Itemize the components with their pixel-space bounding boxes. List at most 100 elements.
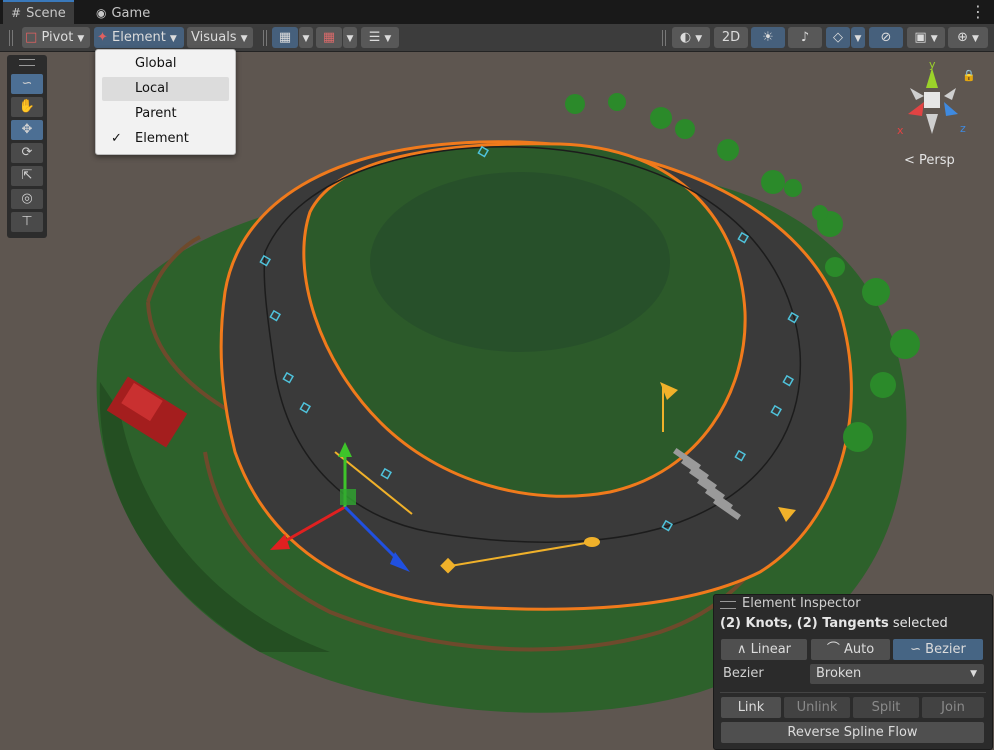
eye-slash-icon: ⊘ <box>880 30 892 45</box>
audio-toggle-button[interactable]: ♪ <box>788 27 822 48</box>
ruler-icon: ☰ <box>368 30 381 45</box>
toolbar-grip[interactable] <box>9 30 13 46</box>
selection-summary: (2) Knots, (2) Tangents selected <box>720 616 948 631</box>
chevron-down-icon: ▼ <box>346 34 354 44</box>
reverse-label: Reverse Spline Flow <box>787 725 918 740</box>
increment-snap-button[interactable]: ▦ <box>316 27 342 48</box>
linear-label: Linear <box>750 642 792 657</box>
linear-mode-button[interactable]: ∧ Linear <box>721 639 807 660</box>
tab-game[interactable]: ◉ Game <box>88 2 158 24</box>
increment-snap-dropdown[interactable]: ▼ <box>343 27 357 48</box>
transform-icon: ◎ <box>21 191 33 206</box>
menu-item-parent[interactable]: Parent <box>102 102 229 126</box>
chevron-down-icon: ▼ <box>384 34 392 44</box>
tool-palette: ∽ ✋ ✥ ⟳ ⇱ ◎ ⊤ <box>7 55 47 238</box>
linear-icon: ∧ <box>736 642 747 657</box>
mute-icon: ♪ <box>800 30 810 45</box>
grid-snap-button[interactable]: ▦ <box>272 27 298 48</box>
chevron-down-icon: ▼ <box>77 34 85 44</box>
selected-suffix: selected <box>892 616 948 631</box>
gizmo-z-cone <box>944 102 958 116</box>
grid-icon: # <box>11 6 22 20</box>
handle-orientation-menu: Global Local Parent ✓ Element <box>95 49 236 155</box>
ruler-dropdown[interactable]: ☰ ▼ <box>361 27 399 48</box>
reverse-spline-flow-button[interactable]: Reverse Spline Flow <box>721 722 984 743</box>
element-label: Element <box>112 30 166 45</box>
scene-orientation-gizmo[interactable]: y x z <box>894 58 974 142</box>
effects-toggle-button[interactable]: ◇ <box>826 27 850 48</box>
rotate-tool-button[interactable]: ⟳ <box>11 143 43 163</box>
auto-mode-button[interactable]: ⌒ Auto <box>811 639 890 660</box>
spline-tool-button[interactable]: ∽ <box>11 74 43 94</box>
bezier-label: Bezier <box>925 642 966 657</box>
toolbar-grip-2[interactable] <box>263 30 267 46</box>
tab-scene-label: Scene <box>26 6 66 21</box>
move-icon: ✥ <box>21 122 33 137</box>
grid-snap-icon: ▦ <box>278 30 292 45</box>
shading-sphere-icon: ◐ <box>679 30 692 45</box>
effects-dropdown[interactable]: ▼ <box>851 27 865 48</box>
handle-orientation-dropdown[interactable]: ✦ Element ▼ <box>94 27 184 48</box>
auto-label: Auto <box>843 642 875 657</box>
transform-tool-button[interactable]: ◎ <box>11 189 43 209</box>
gizmo-globe-icon: ⊕ <box>957 30 968 45</box>
visuals-dropdown[interactable]: Visuals ▼ <box>187 27 253 48</box>
lighting-toggle-button[interactable]: ☀ <box>751 27 785 48</box>
visuals-label: Visuals <box>191 30 237 45</box>
grid-snap-dropdown[interactable]: ▼ <box>299 27 313 48</box>
increment-snap-icon: ▦ <box>322 30 336 45</box>
scene-toolbar: □ Pivot ▼ ✦ Element ▼ Visuals ▼ ▦ ▼ ▦ ▼ ☰ ▼ … <box>0 24 994 52</box>
hand-icon: ✋ <box>18 99 36 114</box>
rotate-icon: ⟳ <box>21 145 33 160</box>
element-orientation-icon: ✦ <box>97 30 108 45</box>
gizmo-x-label: x <box>897 124 904 137</box>
more-options-icon[interactable]: ⋮ <box>970 2 986 22</box>
hidden-objects-toggle-button[interactable]: ⊘ <box>869 27 903 48</box>
hand-tool-button[interactable]: ✋ <box>11 97 43 117</box>
tangent-handle <box>584 537 600 547</box>
scale-tool-button[interactable]: ⇱ <box>11 166 43 186</box>
chevron-down-icon: ▼ <box>240 34 248 44</box>
menu-item-element[interactable]: ✓ Element <box>102 127 229 151</box>
unlink-button[interactable]: Unlink <box>784 697 850 718</box>
join-button[interactable]: Join <box>922 697 984 718</box>
menu-item-label: Parent <box>135 106 177 121</box>
gizmo-neg-left-cone <box>910 88 924 100</box>
gizmo-y-cone <box>926 68 938 88</box>
menu-item-label: Local <box>135 81 169 96</box>
effects-layers-icon: ◇ <box>833 30 843 45</box>
auto-curve-icon: ⌒ <box>826 642 840 657</box>
camera-dropdown[interactable]: ▣ ▼ <box>907 27 945 48</box>
2d-toggle-button[interactable]: 2D <box>714 27 748 48</box>
gizmo-x-cone <box>908 102 924 116</box>
draw-mode-dropdown[interactable]: ◐ ▼ <box>672 27 710 48</box>
custom-tool-button[interactable]: ⊤ <box>11 212 43 232</box>
projection-toggle[interactable]: < Persp <box>904 153 955 168</box>
move-tool-button[interactable]: ✥ <box>11 120 43 140</box>
pivot-dropdown[interactable]: □ Pivot ▼ <box>22 27 90 48</box>
menu-item-global[interactable]: Global <box>102 52 229 76</box>
split-button[interactable]: Split <box>853 697 919 718</box>
persp-chevron-icon: < <box>904 153 915 168</box>
gamepad-icon: ◉ <box>96 6 107 20</box>
bezier-mode-dropdown[interactable]: Broken ▼ <box>810 664 984 684</box>
chevron-down-icon: ▼ <box>971 34 979 44</box>
chevron-down-icon: ▼ <box>695 34 703 44</box>
link-button[interactable]: Link <box>721 697 781 718</box>
menu-item-local[interactable]: Local <box>102 77 229 101</box>
divider <box>720 692 986 693</box>
selected-tangents-count: (2) Tangents <box>796 616 889 631</box>
chevron-down-icon: ▼ <box>854 34 862 44</box>
spline-tool-icon: ∽ <box>21 76 33 91</box>
gizmos-dropdown[interactable]: ⊕ ▼ <box>948 27 988 48</box>
gizmo-z-label: z <box>960 122 966 135</box>
tab-scene[interactable]: # Scene <box>3 0 74 26</box>
chevron-down-icon: ▼ <box>169 34 177 44</box>
panel-grip-icon[interactable] <box>720 601 736 609</box>
bezier-mode-button[interactable]: ∽ Bezier <box>893 639 983 660</box>
tool-palette-grip[interactable] <box>19 59 35 66</box>
2d-label: 2D <box>721 30 741 45</box>
link-label: Link <box>737 700 765 715</box>
custom-tool-icon: ⊤ <box>21 214 33 229</box>
toolbar-grip-3[interactable] <box>662 30 666 46</box>
